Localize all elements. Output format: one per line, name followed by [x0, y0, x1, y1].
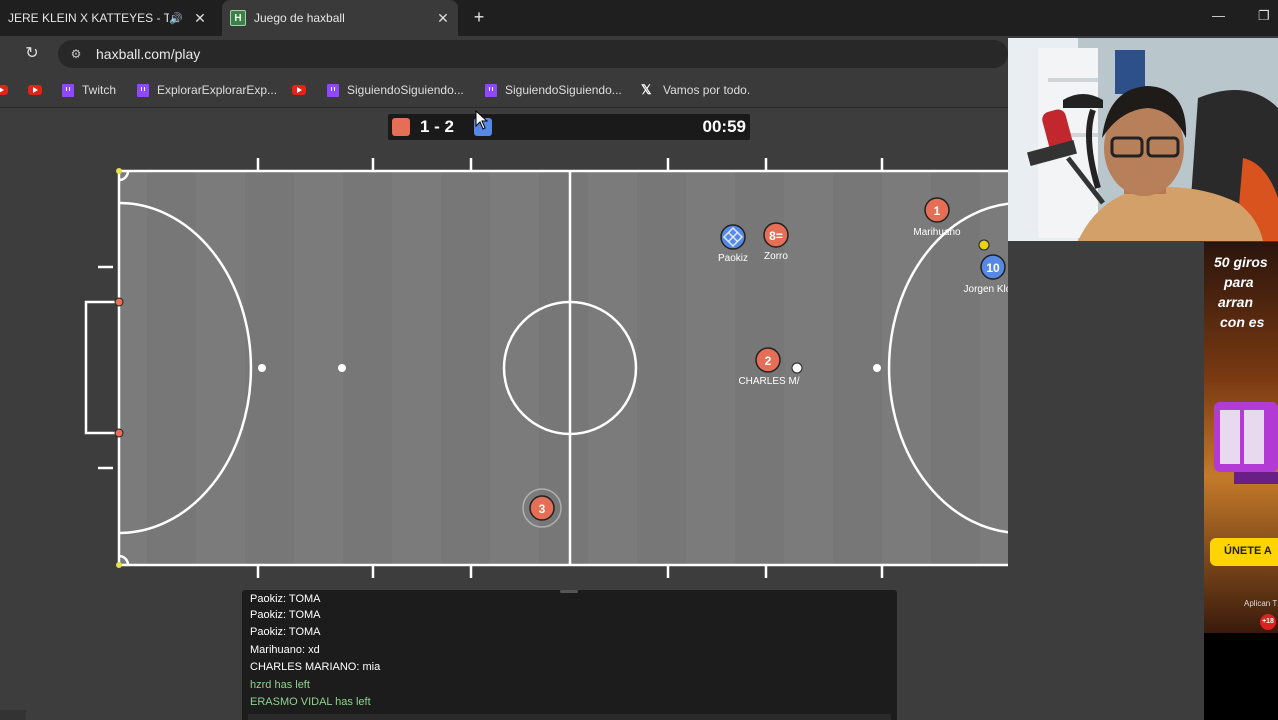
close-icon[interactable]: ✕ [434, 10, 452, 27]
bookmark-youtube[interactable] [0, 81, 16, 99]
bottom-left-bar [0, 710, 26, 720]
webcam-overlay [1008, 38, 1278, 241]
bookmark-label: ExplorarExplorarExp... [157, 83, 278, 97]
reload-icon[interactable]: ↻ [22, 44, 42, 64]
black-panel [1204, 633, 1278, 720]
chat-resize-handle[interactable] [560, 590, 578, 593]
chat-system-line: hzrd has left [250, 679, 310, 691]
score-text: 1 - 2 [420, 117, 455, 136]
ad-terms: Aplican T [1244, 599, 1278, 608]
corner-marker [116, 562, 122, 568]
tab-title: Juego de haxball [254, 11, 345, 25]
youtube-icon [0, 85, 8, 95]
site-settings-icon[interactable]: ⚙ [68, 46, 84, 62]
haxball-favicon-icon: H [230, 10, 246, 26]
player-number: 8= [769, 229, 783, 243]
tab-title: JERE KLEIN X KATTEYES - TC [8, 11, 169, 25]
chat-panel: Paokiz: TOMA Paokiz: TOMA Paokiz: TOMA M… [242, 590, 897, 720]
youtube-icon [28, 85, 42, 95]
match-timer: 00:59 [702, 117, 746, 136]
bookmark-label: Vamos por todo. [663, 83, 751, 97]
player-name: Paokiz [718, 253, 748, 264]
red-team-icon [392, 118, 410, 136]
bookmark-explorar[interactable]: ExplorarExplorarExp... [137, 81, 277, 99]
ad-banner[interactable]: 50 giros para arran con es ÚNETE A Aplic… [1204, 242, 1278, 633]
bookmark-label: SiguiendoSiguiendo... [347, 83, 464, 97]
omnibox[interactable]: ⚙ haxball.com/play [58, 40, 1008, 68]
player-number: 3 [539, 502, 546, 516]
bookmark-x[interactable]: 𝕏 Vamos por todo. [641, 81, 750, 99]
url-text[interactable]: haxball.com/play [96, 46, 200, 62]
scoreboard: 1 - 2 00:59 [388, 114, 750, 140]
twitch-icon [485, 83, 497, 97]
tab-strip: JERE KLEIN X KATTEYES - TC 🔊 ✕ H Juego d… [0, 0, 1278, 36]
twitch-icon [137, 83, 149, 97]
chat-input[interactable] [248, 714, 891, 720]
bookmarks-bar: Twitch ExplorarExplorarExp... SiguiendoS… [0, 72, 1008, 108]
tab-haxball[interactable]: H Juego de haxball ✕ [222, 0, 458, 36]
bookmark-label: SiguiendoSiguiendo... [505, 83, 622, 97]
close-icon[interactable]: ✕ [191, 10, 209, 27]
bookmark-siguiendo[interactable]: SiguiendoSiguiendo... [327, 81, 464, 99]
red-post-top [114, 297, 124, 307]
player-name: CHARLES M/ [738, 376, 799, 387]
chat-line: CHARLES MARIANO: mia [250, 661, 381, 673]
player-number: 1 [934, 204, 941, 218]
x-icon: 𝕏 [641, 82, 652, 97]
bookmark-label: Twitch [82, 83, 117, 97]
streamer-webcam-image [1008, 38, 1278, 241]
twitch-icon [62, 83, 74, 97]
ad-headline: para [1224, 274, 1254, 290]
red-post-bottom [114, 428, 124, 438]
futsal-field[interactable]: 1 Marihuano 8= Zorro Paokiz 10 Jorgen Kl… [0, 108, 1008, 588]
youtube-icon [292, 85, 306, 95]
screen: JERE KLEIN X KATTEYES - TC 🔊 ✕ H Juego d… [0, 0, 1278, 720]
speaker-icon[interactable]: 🔊 [169, 12, 185, 25]
player-number: 2 [765, 354, 772, 368]
age-badge: +18 [1260, 614, 1276, 630]
ad-headline: con es [1220, 314, 1265, 330]
chat-system-line: ERASMO VIDAL has left [250, 696, 371, 708]
ad-headline: 50 giros [1214, 254, 1268, 270]
new-tab-button[interactable]: + [468, 6, 490, 28]
ball [791, 362, 803, 374]
twitch-icon [327, 83, 339, 97]
bookmark-youtube[interactable] [28, 81, 50, 99]
bookmark-siguiendo[interactable]: SiguiendoSiguiendo... [485, 81, 622, 99]
chat-line: Paokiz: TOMA [250, 609, 321, 621]
chat-line: Marihuano: xd [250, 644, 320, 656]
mouse-cursor-icon [475, 110, 489, 130]
player-name: Marihuano [913, 227, 961, 238]
ad-cta-button[interactable]: ÚNETE A [1210, 538, 1278, 566]
restore-icon[interactable]: ❐ [1258, 8, 1270, 24]
minimize-icon[interactable]: — [1212, 8, 1225, 23]
player-name: Jorgen Klopp [964, 284, 1008, 295]
indicator-dot [978, 239, 990, 251]
player-zorro: 8= Zorro [763, 222, 789, 262]
bookmark-twitch[interactable]: Twitch [62, 81, 116, 99]
corner-marker [116, 168, 122, 174]
bookmark-youtube[interactable] [292, 81, 314, 99]
player-number: 10 [986, 261, 1000, 275]
player-name: Zorro [764, 251, 788, 262]
chat-line: Paokiz: TOMA [250, 626, 321, 638]
ad-headline: arran [1218, 294, 1254, 310]
tab-youtube[interactable]: JERE KLEIN X KATTEYES - TC 🔊 ✕ [0, 0, 215, 36]
chat-line: Paokiz: TOMA [250, 593, 321, 605]
